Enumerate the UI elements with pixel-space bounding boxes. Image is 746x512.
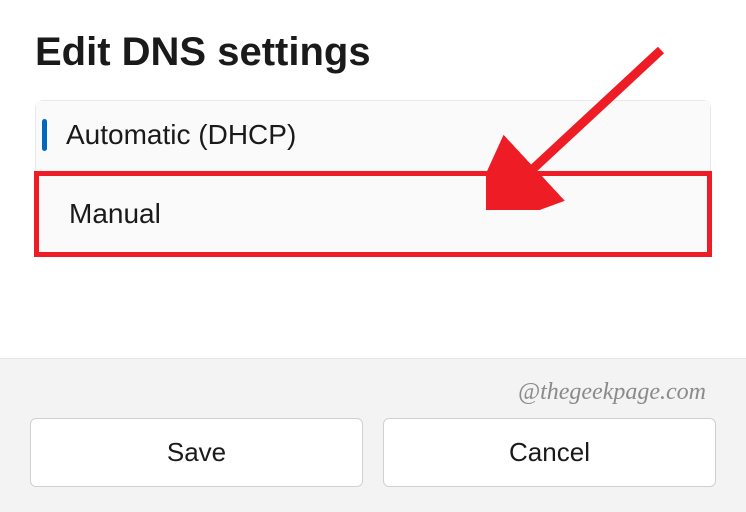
option-automatic-label: Automatic (DHCP) (66, 119, 296, 150)
option-manual-label: Manual (69, 198, 161, 229)
dns-mode-dropdown[interactable]: Automatic (DHCP) Manual (35, 100, 711, 256)
annotation-highlight-box: Manual (34, 171, 712, 257)
watermark-text: @thegeekpage.com (30, 379, 706, 406)
option-automatic-dhcp[interactable]: Automatic (DHCP) (36, 101, 710, 169)
cancel-button[interactable]: Cancel (383, 418, 716, 487)
dialog-footer: @thegeekpage.com Save Cancel (0, 358, 746, 512)
save-button[interactable]: Save (30, 418, 363, 487)
option-manual[interactable]: Manual (36, 171, 710, 257)
dns-settings-dialog: Edit DNS settings Automatic (DHCP) Manua… (0, 0, 746, 256)
button-row: Save Cancel (30, 418, 716, 487)
dialog-title: Edit DNS settings (35, 30, 711, 75)
